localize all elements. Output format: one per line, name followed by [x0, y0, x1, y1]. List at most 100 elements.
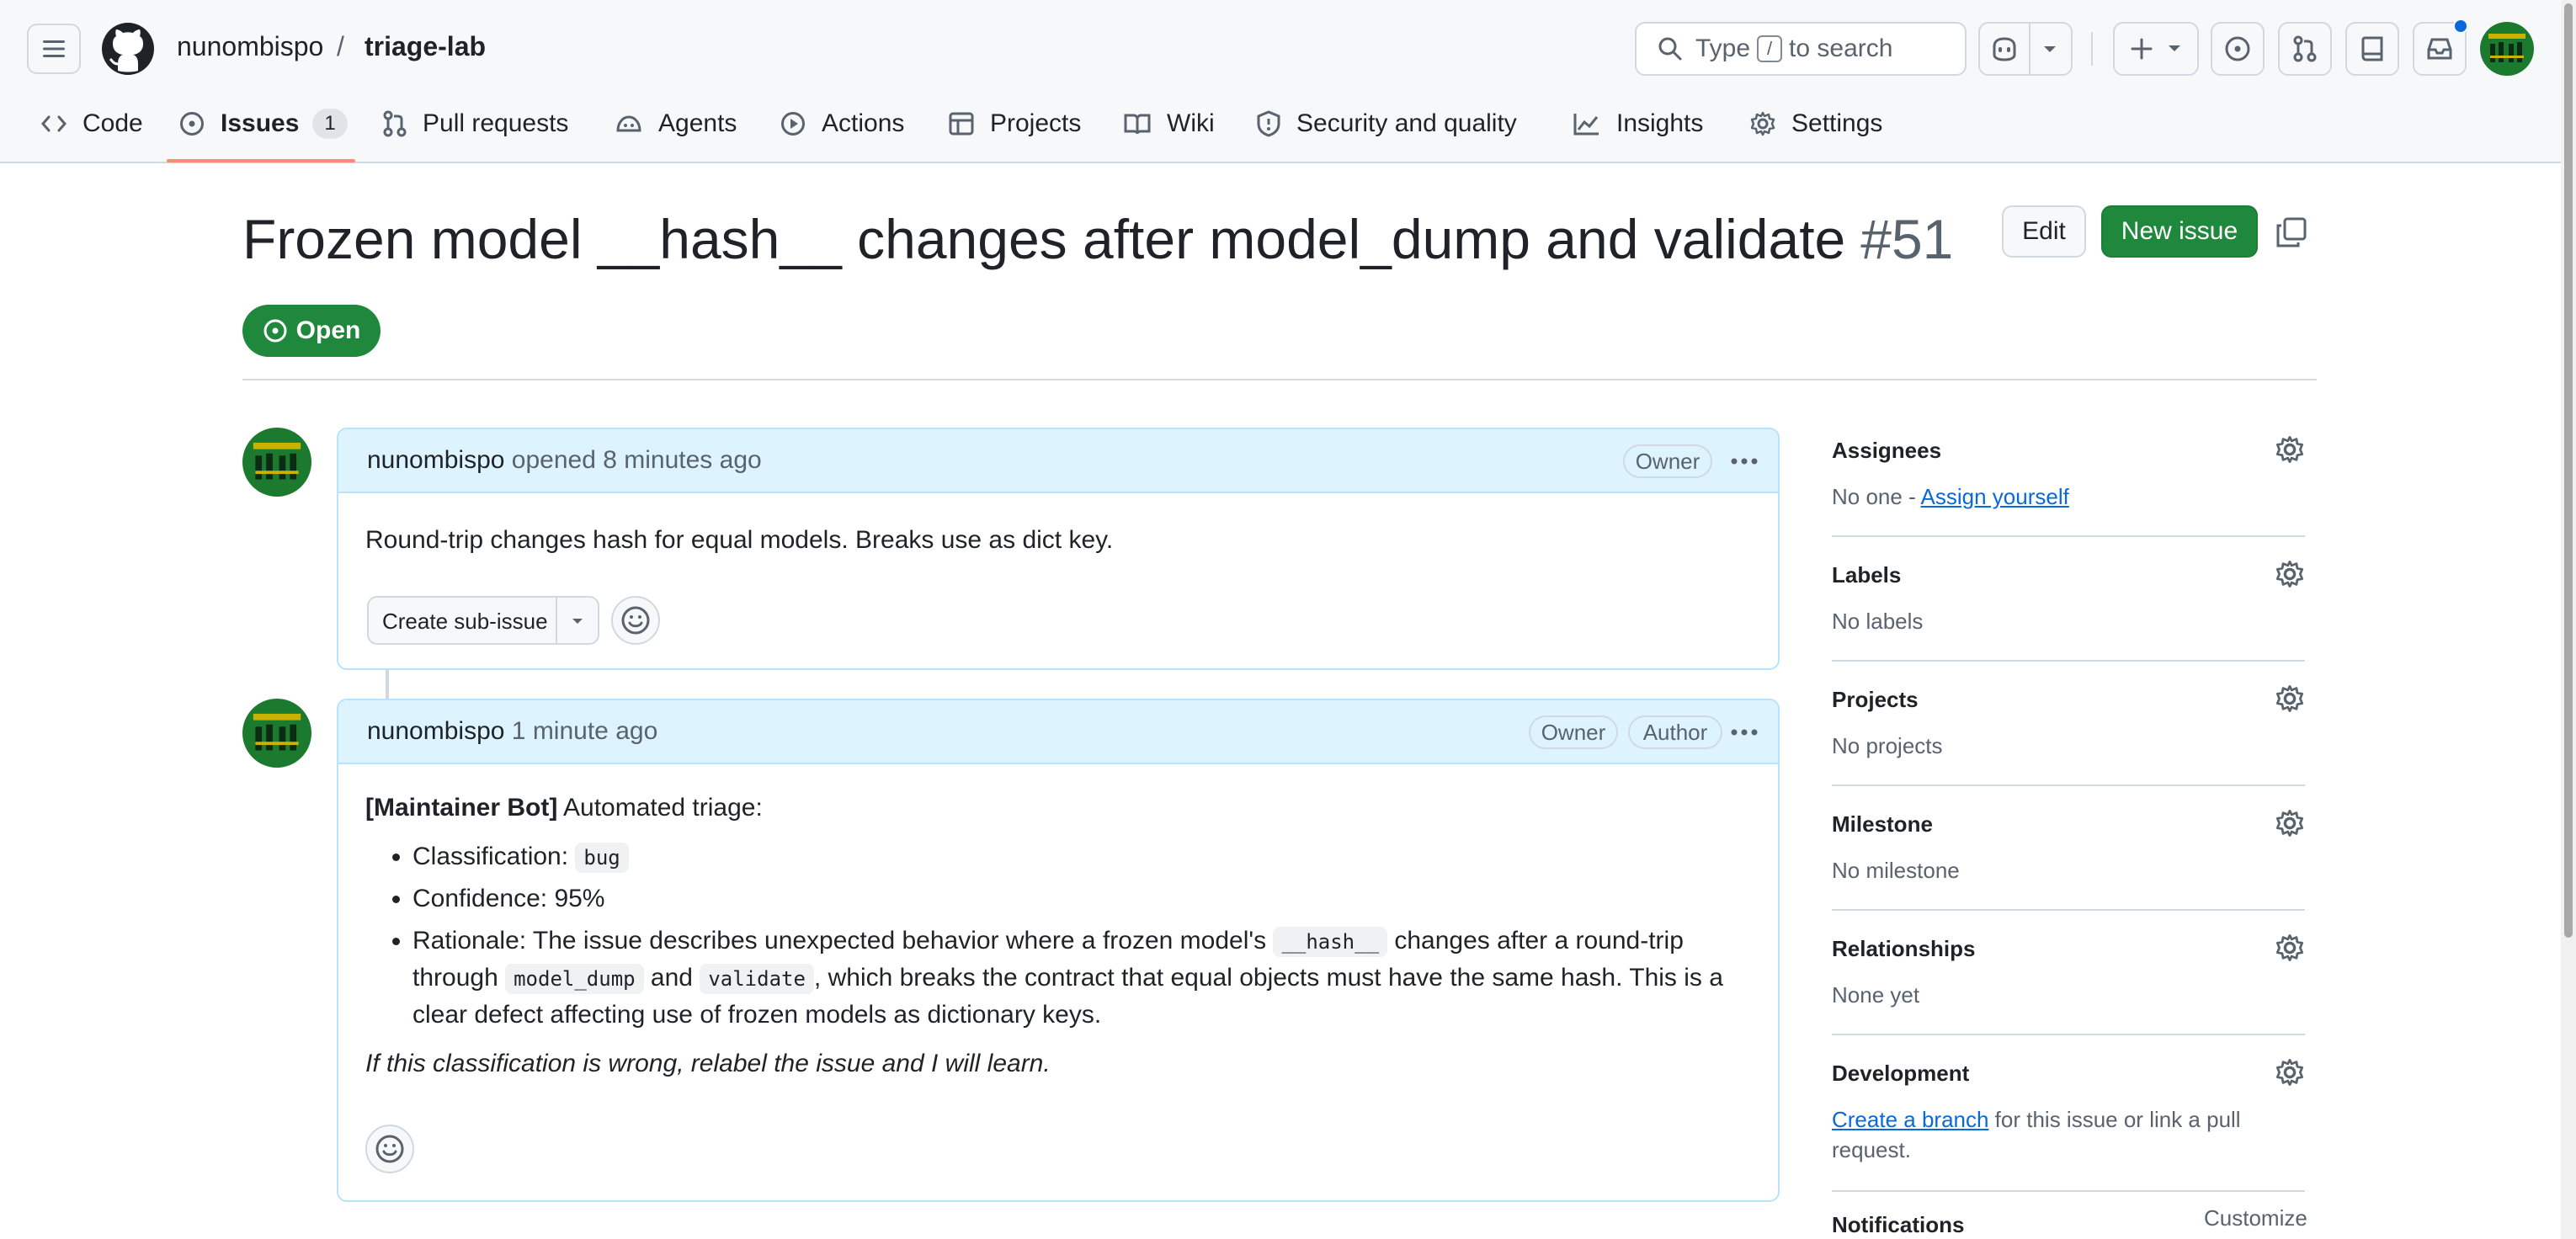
tab-insights-label: Insights — [1616, 109, 1704, 137]
menu-button[interactable] — [27, 24, 81, 74]
repositories-button[interactable] — [2345, 22, 2399, 76]
create-new-button[interactable] — [2113, 22, 2199, 76]
add-reaction-button[interactable] — [365, 1125, 414, 1173]
projects-value: No projects — [1832, 733, 1943, 758]
gear-icon — [1750, 111, 1775, 136]
create-sub-issue-label: Create sub-issue — [382, 609, 548, 634]
table-icon — [949, 112, 974, 136]
gear-icon[interactable] — [2275, 434, 2305, 465]
tab-projects[interactable]: Projects — [948, 104, 1081, 143]
search-prefix: Type — [1695, 35, 1751, 62]
milestone-value: No milestone — [1832, 858, 1960, 883]
issue-opened-icon — [263, 319, 287, 343]
gear-icon[interactable] — [2275, 559, 2305, 589]
comment-options-button[interactable] — [1727, 719, 1761, 746]
sidebar-milestone: Milestone No milestone — [1832, 808, 2305, 911]
classification-label: Classification: — [412, 843, 576, 870]
tab-settings-label: Settings — [1791, 109, 1883, 137]
tab-security-label: Security and quality — [1296, 109, 1517, 137]
your-pull-requests-button[interactable] — [2278, 22, 2332, 76]
issue-state-label: Open — [295, 316, 361, 344]
tab-security[interactable]: Security and quality — [1256, 104, 1517, 143]
comment-author-avatar[interactable] — [242, 699, 311, 768]
new-issue-button[interactable]: New issue — [2101, 205, 2258, 258]
gear-icon[interactable] — [2275, 1057, 2305, 1087]
triage-list: Classification: bug Confidence: 95% Rati… — [412, 838, 1751, 1034]
tab-insights[interactable]: Insights — [1573, 104, 1703, 143]
gear-icon[interactable] — [2275, 933, 2305, 963]
create-sub-issue-button[interactable]: Create sub-issue — [367, 596, 599, 645]
triage-intro-text: Automated triage: — [557, 794, 763, 822]
gear-icon[interactable] — [2275, 808, 2305, 838]
search-icon — [1658, 37, 1682, 61]
assign-yourself-link[interactable]: Assign yourself — [1921, 484, 2069, 509]
copilot-button-group[interactable] — [1978, 22, 2073, 76]
agent-icon — [616, 115, 641, 132]
book-icon — [1124, 114, 1151, 135]
tab-wiki-label: Wiki — [1167, 109, 1215, 137]
issue-title: Frozen model __hash__ changes after mode… — [242, 207, 1953, 271]
scrollbar-thumb[interactable] — [2564, 3, 2573, 938]
milestone-title: Milestone — [1832, 811, 1933, 837]
sidebar-assignees: Assignees No one - Assign yourself — [1832, 435, 2305, 537]
comment-options-button[interactable] — [1727, 448, 1761, 475]
tab-code-label: Code — [82, 109, 143, 137]
comment-timestamp[interactable]: opened 8 minutes ago — [512, 446, 762, 474]
tab-issues[interactable]: Issues 1 — [178, 104, 348, 143]
comment-author-avatar[interactable] — [242, 428, 311, 497]
sidebar-divider — [1832, 1190, 2305, 1192]
sidebar-divider — [1832, 909, 2305, 911]
issues-count-badge: 1 — [312, 109, 348, 139]
breadcrumb-repo[interactable]: triage-lab — [365, 31, 486, 62]
your-issues-button[interactable] — [2211, 22, 2265, 76]
sidebar-divider — [1832, 535, 2305, 537]
comment-author[interactable]: nunombispo — [367, 717, 504, 745]
breadcrumb-owner[interactable]: nunombispo — [177, 31, 323, 62]
tab-settings[interactable]: Settings — [1749, 104, 1882, 143]
gear-icon[interactable] — [2275, 683, 2305, 714]
chevron-down-icon[interactable] — [2041, 44, 2059, 56]
title-divider — [242, 379, 2317, 380]
issue-body-comment: nunombispo opened 8 minutes ago Owner Ro… — [337, 428, 1780, 670]
edit-button[interactable]: Edit — [2002, 205, 2086, 258]
create-branch-link[interactable]: Create a branch — [1832, 1107, 1988, 1132]
hamburger-icon — [43, 40, 65, 57]
projects-title: Projects — [1832, 687, 1919, 712]
smiley-icon — [375, 1135, 404, 1163]
selected-tab-indicator — [167, 159, 355, 162]
rationale-text: Rationale: The issue describes unexpecte… — [412, 927, 1274, 955]
assignees-value: No one - Assign yourself — [1832, 481, 2270, 512]
tab-agents[interactable]: Agents — [615, 104, 737, 143]
triage-comment: nunombispo 1 minute ago Owner Author [Ma… — [337, 699, 1780, 1202]
tab-actions[interactable]: Actions — [780, 104, 904, 143]
chevron-down-icon — [2169, 45, 2180, 51]
header-separator — [2091, 32, 2093, 66]
kebab-horizontal-icon — [1731, 729, 1758, 736]
copy-link-button[interactable] — [2275, 215, 2308, 249]
chevron-down-icon[interactable] — [569, 611, 586, 631]
user-avatar[interactable] — [2480, 22, 2534, 76]
sidebar-projects: Projects No projects — [1832, 684, 2305, 786]
search-input[interactable]: Type / to search — [1635, 22, 1967, 76]
comment-author[interactable]: nunombispo — [367, 446, 504, 474]
play-icon — [781, 112, 805, 136]
git-pull-request-icon — [383, 110, 407, 137]
author-badge: Author — [1628, 715, 1722, 749]
tab-issues-label: Issues — [221, 109, 300, 137]
code-icon — [41, 115, 67, 132]
list-item: Rationale: The issue describes unexpecte… — [412, 923, 1751, 1034]
tab-code[interactable]: Code — [40, 104, 143, 143]
add-reaction-button[interactable] — [611, 596, 660, 645]
unread-indicator — [2453, 19, 2468, 34]
labels-value: No labels — [1832, 609, 1924, 634]
app-header: nunombispo / triage-lab Type / to search… — [0, 0, 2576, 163]
comment-timestamp[interactable]: 1 minute ago — [512, 717, 657, 745]
tab-wiki[interactable]: Wiki — [1123, 104, 1215, 143]
github-logo-icon[interactable] — [101, 22, 155, 76]
tab-projects-label: Projects — [990, 109, 1082, 137]
owner-badge: Owner — [1529, 715, 1618, 749]
copilot-icon — [1993, 37, 2016, 61]
tab-pull-requests[interactable]: Pull requests — [382, 104, 568, 143]
customize-notifications-link[interactable]: Customize — [2204, 1205, 2307, 1231]
search-suffix: to search — [1789, 35, 1893, 62]
